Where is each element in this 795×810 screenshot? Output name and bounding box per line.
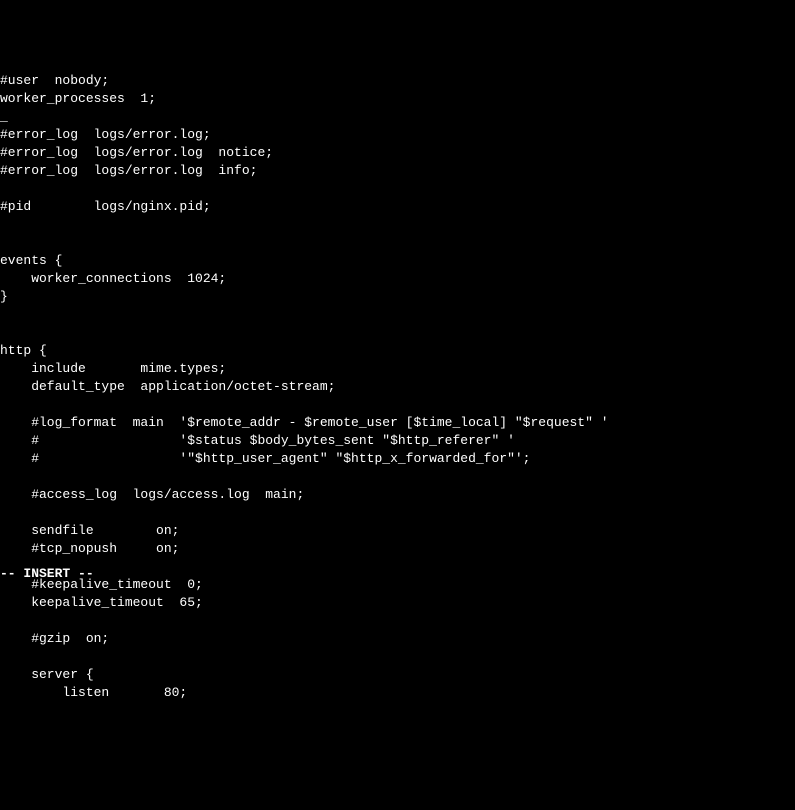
editor-line[interactable]: server { xyxy=(0,666,795,684)
editor-line[interactable]: worker_processes 1; xyxy=(0,90,795,108)
editor-line[interactable]: _ xyxy=(0,108,795,126)
editor-line[interactable] xyxy=(0,396,795,414)
editor-line[interactable]: #access_log logs/access.log main; xyxy=(0,486,795,504)
editor-line[interactable]: #error_log logs/error.log notice; xyxy=(0,144,795,162)
editor-line[interactable] xyxy=(0,180,795,198)
editor-line[interactable]: events { xyxy=(0,252,795,270)
editor-line[interactable]: default_type application/octet-stream; xyxy=(0,378,795,396)
editor-line[interactable]: #tcp_nopush on; xyxy=(0,540,795,558)
editor-line[interactable] xyxy=(0,216,795,234)
editor-line[interactable] xyxy=(0,612,795,630)
editor-line[interactable]: #error_log logs/error.log info; xyxy=(0,162,795,180)
editor-line[interactable] xyxy=(0,648,795,666)
editor-line[interactable]: http { xyxy=(0,342,795,360)
editor-line[interactable]: sendfile on; xyxy=(0,522,795,540)
editor-line[interactable] xyxy=(0,306,795,324)
editor-line[interactable] xyxy=(0,504,795,522)
editor-line[interactable]: # '$status $body_bytes_sent "$http_refer… xyxy=(0,432,795,450)
editor-line[interactable] xyxy=(0,468,795,486)
editor-line[interactable]: #gzip on; xyxy=(0,630,795,648)
editor-line[interactable]: worker_connections 1024; xyxy=(0,270,795,288)
editor-line[interactable]: } xyxy=(0,288,795,306)
editor-line[interactable]: #keepalive_timeout 0; xyxy=(0,576,795,594)
editor-line[interactable]: #log_format main '$remote_addr - $remote… xyxy=(0,414,795,432)
editor-line[interactable]: include mime.types; xyxy=(0,360,795,378)
editor-line[interactable]: #user nobody; xyxy=(0,72,795,90)
editor-line[interactable]: #error_log logs/error.log; xyxy=(0,126,795,144)
editor-line[interactable]: # '"$http_user_agent" "$http_x_forwarded… xyxy=(0,450,795,468)
vim-status-bar: -- INSERT -- xyxy=(0,565,94,583)
editor-line[interactable]: keepalive_timeout 65; xyxy=(0,594,795,612)
editor-viewport[interactable]: #user nobody;worker_processes 1;_#error_… xyxy=(0,72,795,702)
editor-line[interactable] xyxy=(0,324,795,342)
editor-line[interactable] xyxy=(0,558,795,576)
editor-line[interactable] xyxy=(0,234,795,252)
editor-line[interactable]: listen 80; xyxy=(0,684,795,702)
editor-line[interactable]: #pid logs/nginx.pid; xyxy=(0,198,795,216)
